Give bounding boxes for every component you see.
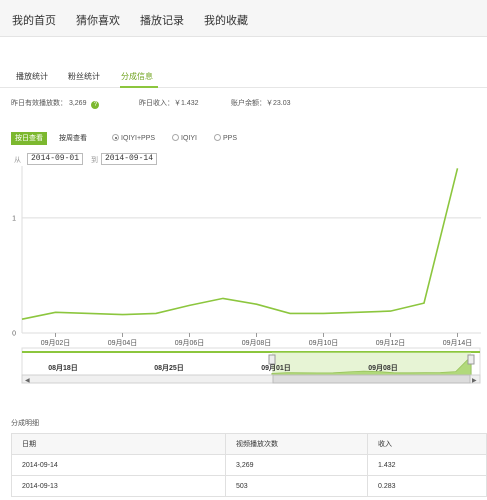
radio-iqiyi-pps[interactable]: IQIYI+PPS	[112, 134, 155, 142]
end-date-input[interactable]: 2014-09-14	[101, 153, 158, 165]
nav-favorites[interactable]: 我的收藏	[204, 12, 248, 28]
x-tick-label: 09月08日	[242, 339, 272, 347]
start-date-input[interactable]: 2014-09-01	[27, 153, 84, 165]
table-row: 2014-09-13 503 0.283	[11, 475, 487, 497]
navigator-label: 08月18日	[48, 364, 78, 372]
cell-plays: 3,269	[225, 454, 368, 476]
cell-plays: 503	[225, 475, 368, 497]
stat-plays-label: 昨日有效播放数：	[11, 100, 67, 107]
nav-home[interactable]: 我的首页	[12, 12, 56, 28]
range-navigator[interactable]: 08月18日 08月25日 09月01日 09月08日 ◀ ▶	[21, 347, 481, 384]
navigator-label: 09月08日	[368, 364, 398, 372]
nav-recommended[interactable]: 猜你喜欢	[76, 12, 120, 28]
stat-balance: 账户余额：￥23.03	[231, 100, 291, 107]
x-tick-label: 09月10日	[309, 339, 339, 347]
detail-table: 日期 视频播放次数 收入 2014-09-14 3,269 1.432 2014…	[11, 433, 487, 497]
stat-income: 昨日收入：￥1.432	[139, 100, 199, 107]
nav-history[interactable]: 播放记录	[140, 12, 184, 28]
table-row: 2014-09-14 3,269 1.432	[11, 454, 487, 476]
radio-pps[interactable]: PPS	[214, 134, 237, 142]
x-tick-label: 09月14日	[443, 339, 473, 347]
col-income-header: 收入	[367, 433, 487, 455]
scrollbar-thumb[interactable]	[272, 374, 471, 384]
col-plays-header: 视频播放次数	[225, 433, 368, 455]
by-day-button[interactable]: 按日查看	[11, 132, 47, 145]
cell-date: 2014-09-14	[11, 454, 226, 476]
from-label: 从	[14, 157, 21, 164]
top-nav: 我的首页 猜你喜欢 播放记录 我的收藏	[0, 0, 487, 37]
x-tick-label: 09月12日	[376, 339, 406, 347]
stat-plays: 昨日有效播放数： 3,269 ?	[11, 98, 100, 109]
series-line	[21, 168, 459, 320]
y-tick-label: 1	[12, 215, 16, 222]
navigator-label: 08月25日	[154, 364, 184, 372]
by-week-button[interactable]: 按周查看	[55, 132, 91, 145]
to-label: 到	[91, 157, 98, 164]
tab-play-stats[interactable]: 播放统计	[16, 71, 48, 82]
x-tick-label: 09月06日	[175, 339, 205, 347]
tab-fan-stats[interactable]: 粉丝统计	[68, 71, 100, 82]
detail-title: 分成明细	[11, 420, 39, 427]
active-tab-underline	[120, 86, 158, 88]
scroll-right-icon[interactable]: ▶	[472, 378, 477, 384]
navigator-left-handle[interactable]	[268, 354, 276, 365]
radio-unchecked-icon	[214, 134, 221, 141]
navigator-label: 09月01日	[261, 364, 291, 372]
radio-unchecked-icon	[172, 134, 179, 141]
cell-date: 2014-09-13	[11, 475, 226, 497]
help-icon[interactable]: ?	[91, 101, 100, 109]
scroll-left-icon[interactable]: ◀	[25, 378, 30, 384]
radio-label: IQIYI+PPS	[121, 135, 156, 142]
y-tick-label: 0	[12, 331, 16, 338]
stats-tabs: 播放统计 粉丝统计 分成信息	[0, 66, 487, 88]
navigator-right-handle[interactable]	[467, 354, 475, 365]
tab-revenue-info[interactable]: 分成信息	[121, 71, 153, 82]
revenue-chart: 01 09月02日 09月04日 09月06日 09月08日 09月10日 09月12日 0…	[12, 166, 481, 384]
radio-label: PPS	[223, 135, 238, 142]
radio-label: IQIYI	[181, 135, 197, 142]
x-tick-label: 09月02日	[41, 339, 71, 347]
cell-income: 1.432	[367, 454, 487, 476]
radio-iqiyi[interactable]: IQIYI	[172, 134, 197, 142]
table-header-row: 日期 视频播放次数 收入	[11, 433, 487, 455]
radio-checked-icon	[112, 134, 119, 141]
navigator-selection[interactable]	[272, 352, 471, 376]
cell-income: 0.283	[367, 475, 487, 497]
x-tick-label: 09月04日	[108, 339, 138, 347]
col-date-header: 日期	[11, 433, 226, 455]
stat-plays-value: 3,269	[68, 100, 87, 107]
